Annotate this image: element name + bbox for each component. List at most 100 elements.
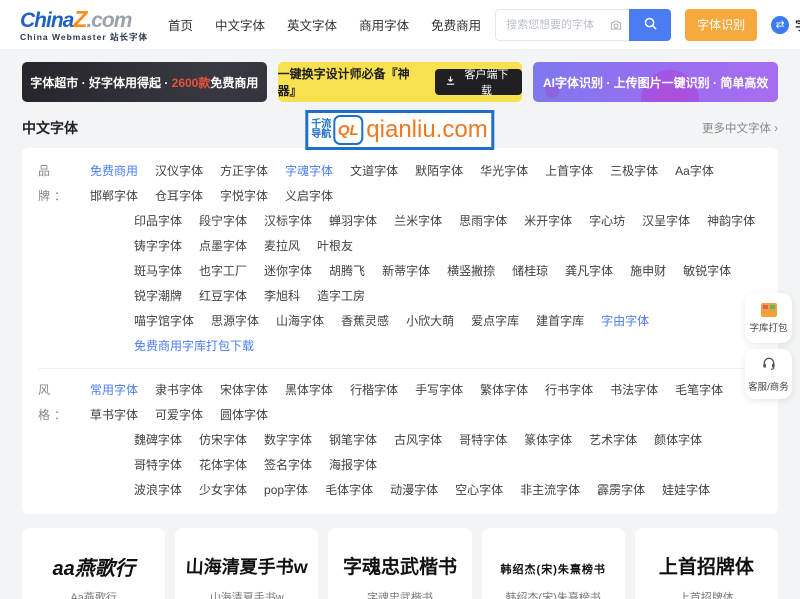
font-tag-link[interactable]: 胡腾飞 bbox=[329, 259, 365, 284]
font-pack-button[interactable]: 字库打包 bbox=[745, 293, 792, 343]
font-tag-link[interactable]: 仓耳字体 bbox=[155, 184, 203, 209]
font-tag-link[interactable]: 仿宋字体 bbox=[199, 428, 247, 453]
font-tag-link[interactable]: 建首字库 bbox=[536, 309, 584, 334]
nav-commercial-fonts[interactable]: 商用字体 bbox=[359, 15, 409, 34]
font-tag-link[interactable]: 篆体字体 bbox=[524, 428, 572, 453]
font-tag-link[interactable]: 哥特字体 bbox=[134, 453, 182, 478]
font-tag-link[interactable]: 少女字体 bbox=[199, 478, 247, 503]
nav-free-commercial[interactable]: 免费商用 bbox=[431, 15, 481, 34]
font-tag-link[interactable]: 毛笔字体 bbox=[675, 378, 723, 403]
font-tag-link[interactable]: 花体字体 bbox=[199, 453, 247, 478]
font-tag-link[interactable]: 山海字体 bbox=[276, 309, 324, 334]
font-card[interactable]: 韩绍杰(宋)朱熹榜书韩绍杰(宋)朱熹榜书 bbox=[482, 528, 625, 599]
font-tag-link[interactable]: 迷你字体 bbox=[264, 259, 312, 284]
font-card[interactable]: 山海清夏手书w山海清夏手书w bbox=[175, 528, 318, 599]
font-recognize-button[interactable]: 字体识别 bbox=[685, 9, 757, 41]
font-tag-link[interactable]: 上首字体 bbox=[545, 159, 593, 184]
font-tag-link[interactable]: 储桂琼 bbox=[512, 259, 548, 284]
font-tag-link[interactable]: 小欣大萌 bbox=[406, 309, 454, 334]
font-tag-link[interactable]: 手写字体 bbox=[415, 378, 463, 403]
font-tag-link[interactable]: 汉标字体 bbox=[264, 209, 312, 234]
font-tag-link[interactable]: 哥特字体 bbox=[459, 428, 507, 453]
nav-chinese-fonts[interactable]: 中文字体 bbox=[215, 15, 265, 34]
font-tag-link[interactable]: 喵字馆字体 bbox=[134, 309, 194, 334]
font-tag-link[interactable]: 草书字体 bbox=[90, 403, 138, 428]
font-tag-link[interactable]: 波浪字体 bbox=[134, 478, 182, 503]
font-tag-link[interactable]: 行楷字体 bbox=[350, 378, 398, 403]
nav-english-fonts[interactable]: 英文字体 bbox=[287, 15, 337, 34]
font-tag-link[interactable]: 字悦字体 bbox=[220, 184, 268, 209]
font-tag-link[interactable]: 霹雳字体 bbox=[597, 478, 645, 503]
font-tag-link[interactable]: 兰米字体 bbox=[394, 209, 442, 234]
font-tag-link[interactable]: 黑体字体 bbox=[285, 378, 333, 403]
font-tag-link[interactable]: 魏碑字体 bbox=[134, 428, 182, 453]
font-tag-link[interactable]: 数字字体 bbox=[264, 428, 312, 453]
font-tag-link[interactable]: 可爱字体 bbox=[155, 403, 203, 428]
font-card[interactable]: 上首招牌体上首招牌体 bbox=[635, 528, 778, 599]
font-tag-link[interactable]: 造字工房 bbox=[317, 284, 365, 309]
font-tag-link[interactable]: 义启字体 bbox=[285, 184, 333, 209]
font-tag-link[interactable]: 华光字体 bbox=[480, 159, 528, 184]
font-tag-link[interactable]: 字心坊 bbox=[589, 209, 625, 234]
font-tag-link[interactable]: 免费商用字库打包下载 bbox=[134, 334, 254, 359]
font-tag-link[interactable]: 隶书字体 bbox=[155, 378, 203, 403]
site-logo[interactable]: ChinaZ.com China Webmaster 站长字体 bbox=[20, 8, 148, 42]
font-tag-link[interactable]: 汉仪字体 bbox=[155, 159, 203, 184]
customer-service-button[interactable]: 客服/商务 bbox=[745, 349, 792, 399]
font-tag-link[interactable]: 字魂字体 bbox=[285, 159, 333, 184]
font-tag-link[interactable]: 宋体字体 bbox=[220, 378, 268, 403]
font-tag-link[interactable]: 空心字体 bbox=[455, 478, 503, 503]
font-tag-link[interactable]: 钢笔字体 bbox=[329, 428, 377, 453]
font-tag-link[interactable]: 米开字体 bbox=[524, 209, 572, 234]
font-tag-link[interactable]: 蝉羽字体 bbox=[329, 209, 377, 234]
font-tag-link[interactable]: 段宁字体 bbox=[199, 209, 247, 234]
font-tag-link[interactable]: 横竖撇捺 bbox=[447, 259, 495, 284]
font-tag-link[interactable]: 印品字体 bbox=[134, 209, 182, 234]
font-tag-link[interactable]: 龚凡字体 bbox=[565, 259, 613, 284]
banner-client-download[interactable]: 一键换字设计师必备『神器』 客户端下载 bbox=[278, 62, 523, 102]
font-tag-link[interactable]: 点墨字体 bbox=[199, 234, 247, 259]
font-tag-link[interactable]: 思雨字体 bbox=[459, 209, 507, 234]
font-tag-link[interactable]: 动漫字体 bbox=[390, 478, 438, 503]
search-input[interactable] bbox=[506, 19, 609, 31]
font-tag-link[interactable]: pop字体 bbox=[264, 478, 308, 503]
font-tag-link[interactable]: Aa字体 bbox=[675, 159, 714, 184]
camera-icon[interactable] bbox=[609, 18, 623, 32]
font-tag-link[interactable]: 默陌字体 bbox=[415, 159, 463, 184]
font-tag-link[interactable]: 麦拉风 bbox=[264, 234, 300, 259]
font-tag-link[interactable]: 方正字体 bbox=[220, 159, 268, 184]
font-tag-link[interactable]: 敏锐字体 bbox=[683, 259, 731, 284]
font-tag-link[interactable]: 斑马字体 bbox=[134, 259, 182, 284]
font-tag-link[interactable]: 娃娃字体 bbox=[662, 478, 710, 503]
font-tag-link[interactable]: 香蕉灵感 bbox=[341, 309, 389, 334]
font-tag-link[interactable]: 神韵字体 bbox=[707, 209, 755, 234]
font-tag-link[interactable]: 繁体字体 bbox=[480, 378, 528, 403]
banner-ai-recognize[interactable]: AI字体识别 · 上传图片一键识别 · 简单高效 bbox=[533, 62, 778, 102]
banner-font-market[interactable]: 字体超市 · 好字体用得起 · 2600款免费商用 bbox=[22, 62, 267, 102]
font-tag-link[interactable]: 行书字体 bbox=[545, 378, 593, 403]
font-tag-link[interactable]: 毛体字体 bbox=[325, 478, 373, 503]
font-tag-link[interactable]: 书法字体 bbox=[610, 378, 658, 403]
font-tag-link[interactable]: 签名字体 bbox=[264, 453, 312, 478]
font-tag-link[interactable]: 非主流字体 bbox=[520, 478, 580, 503]
more-chinese-fonts-link[interactable]: 更多中文字体 › bbox=[702, 120, 778, 136]
font-tag-link[interactable]: 颜体字体 bbox=[654, 428, 702, 453]
font-tag-link[interactable]: 新蒂字体 bbox=[382, 259, 430, 284]
font-card[interactable]: 字魂忠武楷书字魂忠武楷书 bbox=[328, 528, 471, 599]
font-tag-link[interactable]: 常用字体 bbox=[90, 378, 138, 403]
search-button[interactable] bbox=[629, 9, 671, 41]
nav-home[interactable]: 首页 bbox=[168, 15, 193, 34]
font-tag-link[interactable]: 三极字体 bbox=[610, 159, 658, 184]
font-tag-link[interactable]: 免费商用 bbox=[90, 159, 138, 184]
font-tag-link[interactable]: 汉呈字体 bbox=[642, 209, 690, 234]
font-tag-link[interactable]: 李旭科 bbox=[264, 284, 300, 309]
font-tag-link[interactable]: 思源字体 bbox=[211, 309, 259, 334]
font-tag-link[interactable]: 圆体字体 bbox=[220, 403, 268, 428]
font-tag-link[interactable]: 古风字体 bbox=[394, 428, 442, 453]
font-converter-link[interactable]: ⇄ 字体转换器 bbox=[771, 15, 800, 34]
font-tag-link[interactable]: 海报字体 bbox=[329, 453, 377, 478]
font-tag-link[interactable]: 邯郸字体 bbox=[90, 184, 138, 209]
font-tag-link[interactable]: 红豆字体 bbox=[199, 284, 247, 309]
font-tag-link[interactable]: 铸字字体 bbox=[134, 234, 182, 259]
font-card[interactable]: aa燕歌行Aa燕歌行 bbox=[22, 528, 165, 599]
